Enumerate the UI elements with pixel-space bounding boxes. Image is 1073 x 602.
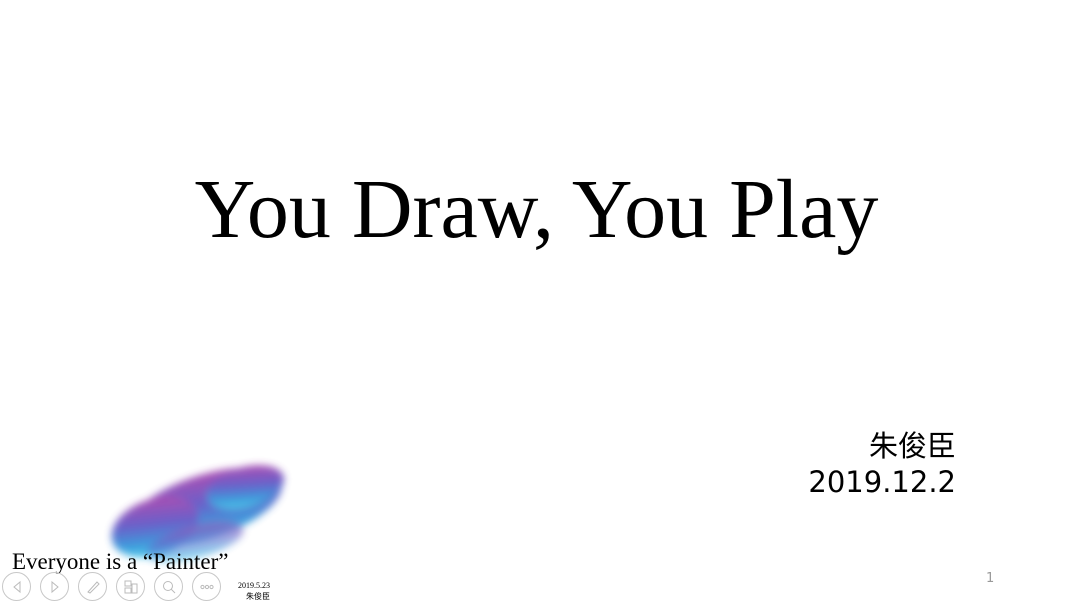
pen-icon	[86, 580, 100, 594]
next-slide-button[interactable]	[40, 572, 69, 601]
slide-title: You Draw, You Play	[194, 163, 879, 256]
see-all-slides-button[interactable]	[116, 572, 145, 601]
footer-author: 朱俊臣	[246, 592, 270, 601]
footer-info: 2019.5.23 朱俊臣	[238, 580, 270, 602]
ellipsis-icon	[199, 584, 214, 589]
triangle-right-icon	[51, 580, 59, 593]
more-options-button[interactable]	[192, 572, 221, 601]
author-block: 朱俊臣 2019.12.2	[808, 428, 956, 500]
slideshow-toolbar	[2, 572, 221, 601]
triangle-left-icon	[12, 580, 20, 593]
presentation-date: 2019.12.2	[808, 465, 956, 499]
pen-button[interactable]	[78, 572, 107, 601]
footer-date: 2019.5.23	[238, 581, 270, 590]
zoom-button[interactable]	[154, 572, 183, 601]
author-name: 朱俊臣	[868, 429, 956, 463]
slides-grid-icon	[124, 580, 137, 593]
slide-number: 1	[986, 571, 995, 586]
previous-slide-button[interactable]	[2, 572, 31, 601]
magnifier-icon	[162, 580, 175, 593]
